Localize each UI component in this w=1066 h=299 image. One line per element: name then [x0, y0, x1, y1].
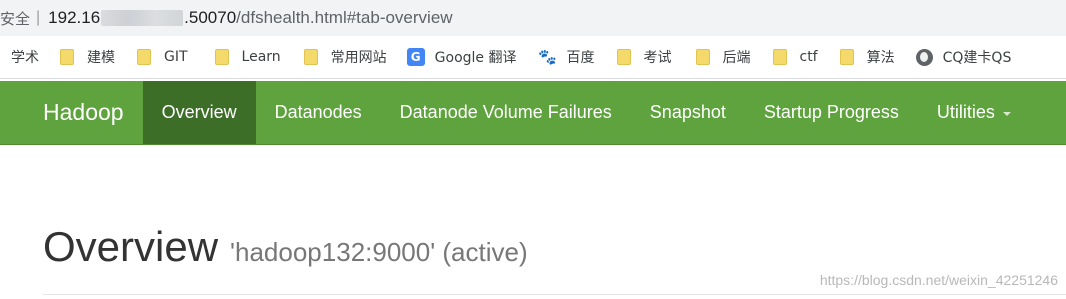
tab-startup-progress[interactable]: Startup Progress: [745, 81, 918, 144]
address-bar[interactable]: 安全 | 192.16 .50070 /dfshealth.html#tab-o…: [0, 0, 1066, 36]
bookmark-label: Learn: [241, 49, 281, 65]
tab-label: Datanode Volume Failures: [399, 102, 612, 122]
address-separator: |: [36, 9, 41, 26]
bookmark-baidu[interactable]: 🐾 百度: [538, 36, 595, 79]
bookmark-git[interactable]: GIT: [137, 36, 188, 79]
bookmark-suanfa[interactable]: 算法: [839, 36, 895, 79]
url-port: .50070: [184, 8, 237, 27]
bookmarks-bar: 学术 建模 GIT Learn 常用网站 G Google 翻译 🐾 百度 考试…: [0, 36, 1066, 79]
bookmark-label: 学术: [11, 50, 39, 66]
globe-icon: [915, 48, 933, 66]
bookmark-learn[interactable]: Learn: [214, 36, 281, 79]
bookmark-changyong[interactable]: 常用网站: [303, 36, 387, 79]
page-title: Overview: [43, 223, 219, 270]
bookmark-label: ctf: [799, 49, 818, 65]
bookmark-label: Google 翻译: [434, 50, 517, 66]
folder-icon: [303, 49, 318, 65]
namenode-status: 'hadoop132:9000' (active): [230, 237, 528, 267]
bookmark-kaoshi[interactable]: 考试: [616, 36, 672, 79]
tab-snapshot[interactable]: Snapshot: [631, 81, 745, 144]
bookmark-label: 考试: [643, 50, 672, 66]
bookmark-label: 常用网站: [330, 50, 387, 66]
bookmark-label: 百度: [566, 50, 595, 66]
bookmark-label: 建模: [87, 50, 115, 66]
tab-overview[interactable]: Overview: [142, 81, 256, 144]
page-heading: Overview 'hadoop132:9000' (active): [43, 223, 528, 271]
folder-icon: [772, 49, 787, 65]
bookmark-houduan[interactable]: 后端: [695, 36, 751, 79]
tab-utilities-dropdown[interactable]: Utilities: [918, 81, 1030, 144]
url-host: 192.16: [48, 8, 101, 27]
bookmark-xueshu[interactable]: 学术: [11, 36, 39, 79]
bookmark-jianmo[interactable]: 建模: [60, 36, 115, 79]
folder-icon: [137, 49, 151, 65]
tab-datanodes[interactable]: Datanodes: [256, 81, 381, 144]
tab-datanode-volume-failures[interactable]: Datanode Volume Failures: [381, 81, 631, 144]
navbar-brand[interactable]: Hadoop: [0, 81, 143, 144]
bookmark-label: 算法: [866, 50, 895, 66]
bookmark-cq[interactable]: CQ建卡QS: [915, 36, 1012, 79]
heading-divider: [43, 294, 1066, 295]
redacted-ip-segment: [101, 10, 184, 26]
tab-label: Utilities: [936, 102, 995, 122]
bookmark-label: CQ建卡QS: [942, 50, 1012, 66]
watermark-text: https://blog.csdn.net/weixin_42251246: [819, 272, 1058, 288]
tab-label: Datanodes: [274, 102, 362, 122]
google-translate-icon: G: [406, 48, 425, 66]
folder-icon: [616, 49, 631, 65]
bookmark-label: GIT: [164, 49, 188, 65]
baidu-paw-icon: 🐾: [538, 48, 557, 66]
folder-icon: [60, 49, 74, 65]
folder-icon: [214, 49, 229, 65]
hadoop-navbar: Hadoop Overview Datanodes Datanode Volum…: [0, 81, 1066, 145]
url-path: /dfshealth.html#tab-overview: [236, 8, 453, 27]
bookmark-label: 后端: [722, 50, 751, 66]
bookmark-google-translate[interactable]: G Google 翻译: [406, 36, 517, 79]
folder-icon: [839, 49, 854, 65]
bookmark-ctf[interactable]: ctf: [772, 36, 818, 79]
url-text[interactable]: 192.16 .50070 /dfshealth.html#tab-overvi…: [48, 8, 452, 28]
tab-label: Startup Progress: [763, 102, 899, 122]
folder-icon: [695, 49, 710, 65]
tab-label: Snapshot: [649, 102, 726, 122]
tab-label: Overview: [161, 102, 237, 122]
security-status-label[interactable]: 安全: [0, 8, 30, 29]
caret-down-icon: [1002, 112, 1011, 116]
